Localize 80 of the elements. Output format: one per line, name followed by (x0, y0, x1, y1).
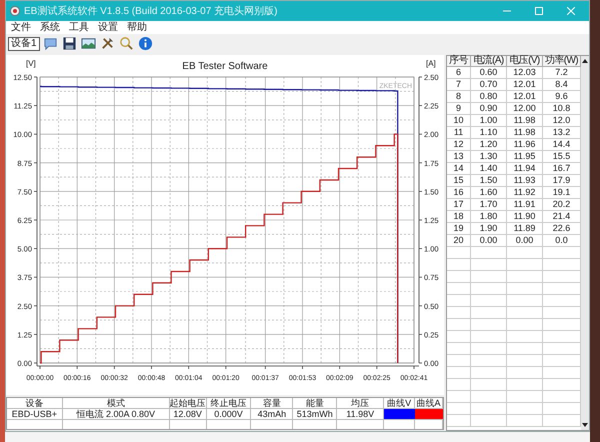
table-cell: 0.60 (471, 67, 507, 78)
column-header: 均压 (337, 398, 384, 408)
column-header: 容量 (251, 398, 294, 408)
table-cell: 19 (447, 223, 471, 234)
menu-item[interactable]: 系统 (40, 22, 60, 34)
table-cell: 1.30 (471, 151, 507, 162)
table-cell: 恒电流 2.00A 0.80V (62, 409, 170, 419)
table-cell: 8 (447, 91, 471, 102)
table-cell: 10 (447, 115, 471, 126)
chart-title: EB Tester Software (182, 61, 268, 72)
axis-unit: [A] (426, 59, 436, 68)
scrollbar[interactable] (581, 56, 589, 430)
table-cell: 14 (447, 163, 471, 174)
menu-item[interactable]: 设置 (98, 22, 118, 34)
table-cell: 11.93 (507, 175, 543, 186)
column-header: 电压(V) (507, 56, 543, 66)
menu-item[interactable]: 工具 (69, 22, 89, 34)
table-cell: 15 (447, 175, 471, 186)
table-cell: 1.60 (471, 187, 507, 198)
table-cell: 11.92 (507, 187, 543, 198)
table-cell: 11 (447, 127, 471, 138)
table-cell: 1.90 (471, 223, 507, 234)
table-cell: 1.10 (471, 127, 507, 138)
table-cell: 1.80 (471, 211, 507, 222)
table-cell: 12.00 (507, 103, 543, 114)
table-cell: 11.95 (507, 151, 543, 162)
table-cell: 11.94 (507, 163, 543, 174)
info-icon[interactable] (136, 35, 154, 52)
table-cell: 6 (447, 67, 471, 78)
table-cell: 12.08V (170, 409, 207, 419)
menu-item[interactable]: 文件 (11, 22, 31, 34)
table-cell: 12.03 (507, 67, 543, 78)
table-cell: 11.98 (507, 127, 543, 138)
table-cell: 12.01 (507, 79, 543, 90)
table-cell: 43mAh (251, 409, 294, 419)
table-cell: 17 (447, 199, 471, 210)
table-cell: 1.70 (471, 199, 507, 210)
close-icon[interactable] (567, 7, 575, 15)
table-cell: 0.90 (471, 103, 507, 114)
table-cell: 20 (447, 235, 471, 246)
maximize-icon[interactable] (535, 7, 543, 15)
table-cell: 11.91 (507, 199, 543, 210)
column-header: 电流(A) (471, 56, 507, 66)
table-cell: 1.40 (471, 163, 507, 174)
column-header: 模式 (62, 398, 170, 408)
table-cell: 11.96 (507, 139, 543, 150)
column-header: 序号 (447, 56, 471, 66)
axis-unit: [V] (26, 59, 36, 68)
table-cell: 0.00 (507, 235, 543, 246)
device-selector[interactable]: 设备1 (8, 36, 40, 50)
column-header: 曲线A (415, 398, 444, 408)
table-cell: 11.90 (507, 211, 543, 222)
table-cell: 0.70 (471, 79, 507, 90)
table-cell: 9 (447, 103, 471, 114)
table-cell: 513mWh (293, 409, 338, 419)
menu-item[interactable]: 帮助 (127, 22, 147, 34)
table-cell: 0.80 (471, 91, 507, 102)
column-header: 设备 (7, 398, 63, 408)
table-cell: 1.20 (471, 139, 507, 150)
app-icon (10, 6, 20, 16)
table-cell: 12.01 (507, 91, 543, 102)
table-cell: 12 (447, 139, 471, 150)
table-cell: 11.89 (507, 223, 543, 234)
table-cell: 11.98 (507, 115, 543, 126)
table-cell: EBD-USB+ (7, 409, 63, 419)
column-header: 起始电压 (170, 398, 207, 408)
column-header: 曲线V (384, 398, 416, 408)
table-cell: 0.000V (206, 409, 252, 419)
table-cell: 13 (447, 151, 471, 162)
column-header: 能量 (293, 398, 338, 408)
table-cell: 18 (447, 211, 471, 222)
save-icon[interactable] (60, 35, 78, 52)
table-cell: 16 (447, 187, 471, 198)
search-icon[interactable] (118, 35, 135, 52)
table-cell: 1.00 (471, 115, 507, 126)
table-cell: 0.00 (471, 235, 507, 246)
table-cell: 1.50 (471, 175, 507, 186)
column-header: 终止电压 (206, 398, 252, 408)
table-cell: 7 (447, 79, 471, 90)
window-title: EB测试系统软件 V1.8.5 (Build 2016-03-07 充电头网别版) (24, 4, 278, 18)
